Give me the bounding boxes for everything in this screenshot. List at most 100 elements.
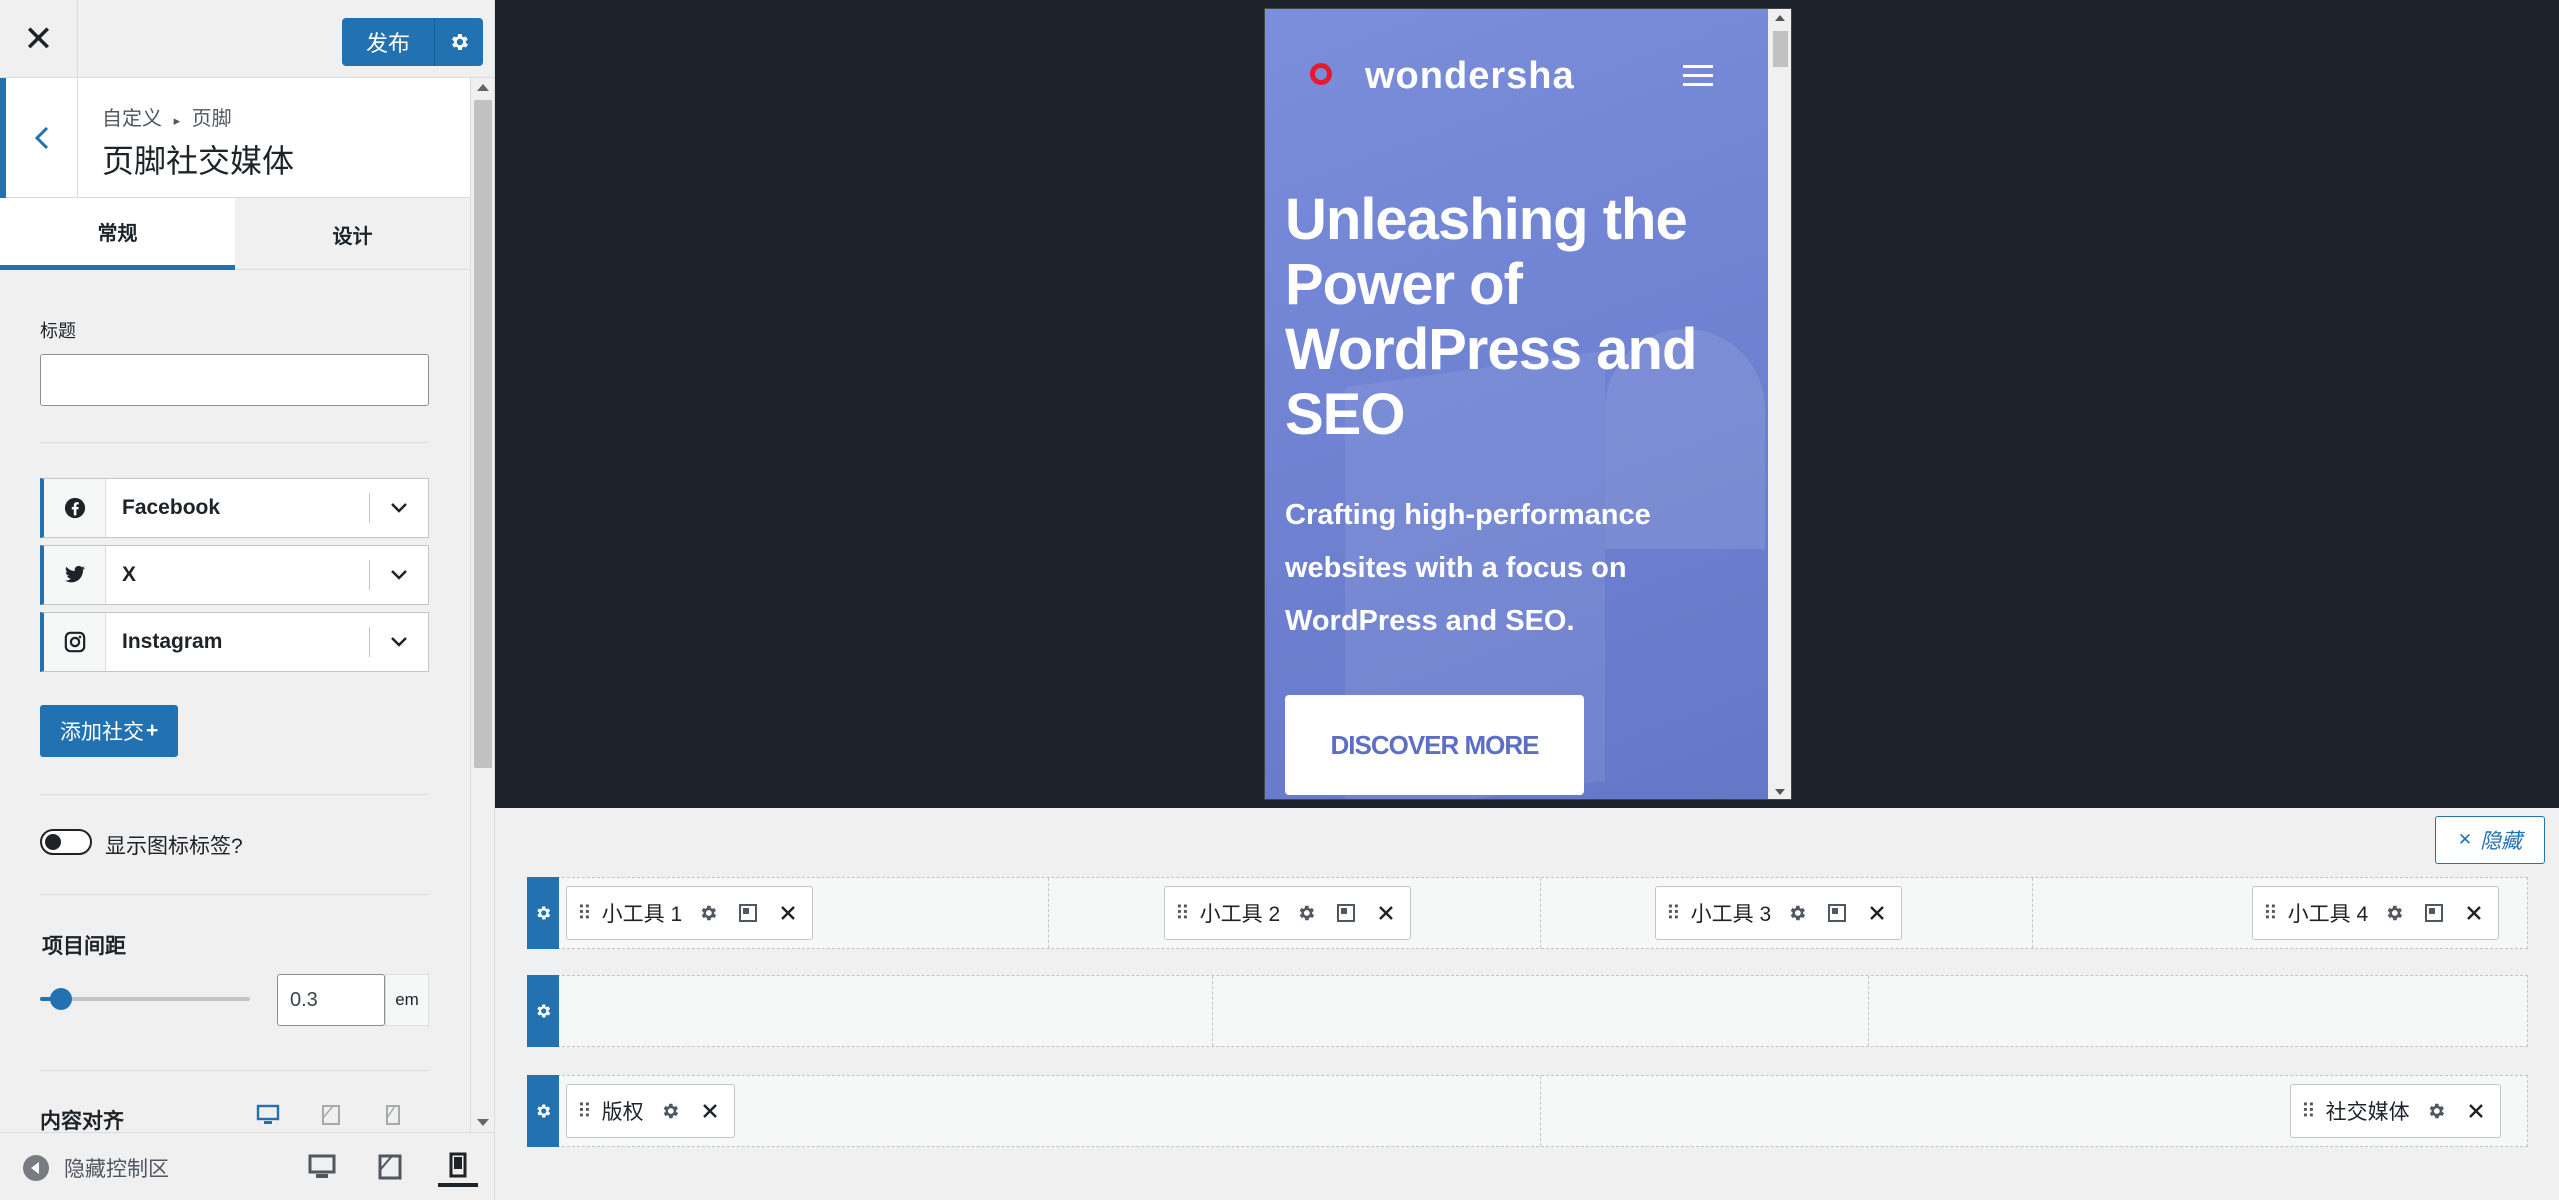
widget-chip[interactable]: ⠿ 小工具 1 (566, 886, 814, 940)
desktop-align-icon[interactable] (256, 1104, 280, 1128)
social-item-label: Facebook (122, 496, 221, 519)
scroll-up-icon[interactable] (477, 84, 489, 91)
drag-handle-icon[interactable]: ⠿ (577, 1099, 592, 1124)
gear-icon[interactable] (2422, 1097, 2450, 1125)
row-settings-button[interactable] (527, 877, 559, 949)
chevron-down-icon (391, 637, 407, 647)
gear-icon[interactable] (694, 899, 722, 927)
publish-group: 发布 (342, 18, 484, 66)
gear-icon[interactable] (656, 1097, 684, 1125)
scroll-down-icon[interactable] (477, 1119, 489, 1126)
widget-edit-icon[interactable] (1332, 899, 1360, 927)
footer-builder: ✕ 隐藏 ⠿ 小工具 1 ⠿ 小工具 2 ⠿ 小工具 3 ⠿ 小工具 4 ⠿ 版… (495, 808, 2559, 1200)
sidebar-scrollbar[interactable] (470, 78, 494, 1132)
drag-handle-icon[interactable]: ⠿ (2263, 901, 2278, 926)
widget-chip[interactable]: ⠿ 版权 (566, 1084, 735, 1138)
widget-chip[interactable]: ⠿ 小工具 3 (1655, 886, 1903, 940)
tabs: 常规 设计 (0, 198, 470, 270)
section-header: 自定义 ▸ 页脚 页脚社交媒体 (0, 78, 470, 198)
customizer-footer: 隐藏控制区 (0, 1132, 494, 1200)
scroll-thumb[interactable] (474, 100, 492, 768)
slider-handle[interactable] (50, 988, 72, 1010)
close-icon[interactable] (1372, 899, 1400, 927)
preview-tablet-button[interactable] (370, 1147, 410, 1187)
expand-facebook-button[interactable] (384, 493, 414, 523)
social-item-instagram[interactable]: Instagram (40, 612, 429, 672)
breadcrumb-separator: ▸ (173, 113, 181, 128)
publish-button[interactable]: 发布 (342, 18, 436, 66)
title-input[interactable] (40, 354, 429, 406)
social-item-facebook[interactable]: Facebook (40, 478, 429, 538)
social-item-x[interactable]: X (40, 545, 429, 605)
drag-handle-icon[interactable]: ⠿ (1175, 901, 1190, 926)
widget-chip[interactable]: ⠿ 小工具 2 (1164, 886, 1412, 940)
tab-general[interactable]: 常规 (0, 198, 235, 270)
scroll-up-icon[interactable] (1775, 15, 1785, 21)
widget-label: 社交媒体 (2325, 1101, 2410, 1124)
hide-controls-label: 隐藏控制区 (64, 1158, 169, 1181)
discover-more-button[interactable]: DISCOVER MORE (1285, 695, 1584, 795)
hero-title: Unleashing the Power of WordPress and SE… (1285, 187, 1697, 447)
close-icon[interactable] (1863, 899, 1891, 927)
preview-scrollbar[interactable] (1768, 9, 1791, 799)
gear-icon[interactable] (1292, 899, 1320, 927)
widget-edit-icon[interactable] (734, 899, 762, 927)
mobile-preview: wondersha Unleashing the Power of WordPr… (1264, 8, 1792, 800)
menu-icon[interactable] (1683, 65, 1713, 87)
site-name[interactable]: wondersha (1365, 55, 1575, 98)
preview-mobile-button[interactable] (438, 1147, 478, 1187)
back-button[interactable] (0, 78, 78, 198)
close-icon[interactable] (696, 1097, 724, 1125)
chevron-left-icon (34, 126, 48, 150)
close-icon[interactable] (2460, 899, 2488, 927)
add-social-button[interactable]: 添加社交 + (40, 705, 179, 757)
show-labels-toggle[interactable] (40, 829, 92, 855)
drag-handle-icon[interactable]: ⠿ (577, 901, 592, 926)
widget-edit-icon[interactable] (2420, 899, 2448, 927)
expand-x-button[interactable] (384, 560, 414, 590)
breadcrumb: 自定义 ▸ 页脚 (102, 102, 232, 131)
breadcrumb-root: 自定义 (102, 108, 162, 130)
item-spacing-slider[interactable] (40, 988, 250, 1010)
close-icon[interactable] (774, 899, 802, 927)
row-settings-button[interactable] (527, 975, 559, 1047)
scroll-down-icon[interactable] (1775, 789, 1785, 795)
mobile-align-icon[interactable] (384, 1104, 408, 1128)
mobile-icon (449, 1152, 467, 1178)
hide-builder-button[interactable]: ✕ 隐藏 (2435, 816, 2545, 864)
gear-icon[interactable] (2380, 899, 2408, 927)
close-icon[interactable] (2462, 1097, 2490, 1125)
close-customizer-button[interactable]: ✕ (0, 0, 78, 78)
site-logo[interactable] (1310, 63, 1332, 85)
customizer-topbar: ✕ 发布 (0, 0, 494, 78)
twitter-icon (44, 546, 106, 604)
tablet-align-icon[interactable] (320, 1104, 344, 1128)
row-settings-button[interactable] (527, 1075, 559, 1147)
instagram-icon (44, 613, 106, 671)
widget-edit-icon[interactable] (1823, 899, 1851, 927)
preview-desktop-button[interactable] (302, 1147, 342, 1187)
widget-chip[interactable]: ⠿ 社交媒体 (2290, 1084, 2501, 1138)
item-spacing-input[interactable] (277, 974, 385, 1026)
divider (40, 794, 429, 795)
widget-chip[interactable]: ⠿ 小工具 4 (2252, 886, 2500, 940)
drag-handle-icon[interactable]: ⠿ (2301, 1099, 2316, 1124)
hide-builder-label: 隐藏 (2480, 830, 2523, 853)
chevron-down-icon (391, 570, 407, 580)
widget-label: 小工具 3 (1690, 903, 1772, 926)
publish-settings-button[interactable] (435, 18, 484, 66)
hide-controls-button[interactable]: 隐藏控制区 (22, 1153, 169, 1183)
column (1212, 976, 1213, 1046)
chevron-down-icon (391, 503, 407, 513)
drag-handle-icon[interactable]: ⠿ (1666, 901, 1681, 926)
desktop-icon (308, 1154, 336, 1178)
expand-instagram-button[interactable] (384, 627, 414, 657)
tab-design[interactable]: 设计 (235, 198, 470, 270)
show-labels-label: 显示图标标签? (105, 835, 243, 858)
footer-row-middle (527, 975, 2528, 1047)
facebook-icon (44, 479, 106, 537)
add-social-label: 添加社交 (60, 721, 144, 744)
plus-icon: + (146, 719, 159, 742)
gear-icon[interactable] (1783, 899, 1811, 927)
scroll-thumb[interactable] (1773, 31, 1788, 67)
